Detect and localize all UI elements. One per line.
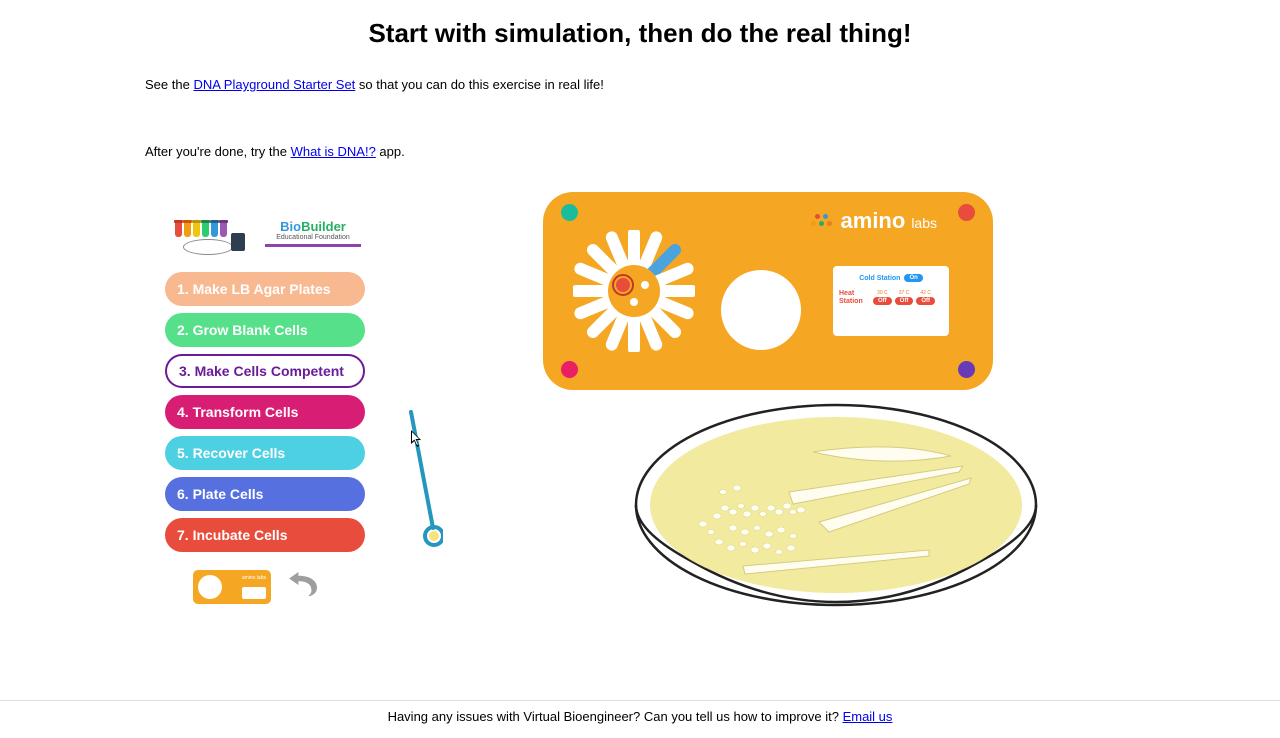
device-thumbnail-button[interactable]: amino labs	[193, 570, 271, 604]
cold-station-label: Cold Station	[859, 275, 900, 282]
tubes-logo	[175, 211, 253, 255]
petri-dish[interactable]	[633, 392, 1039, 618]
step-3[interactable]: 3. Make Cells Competent	[165, 354, 365, 388]
mini-panel-text: amino labs	[242, 575, 266, 581]
biobuilder-logo: BioBuilder Educational Foundation	[265, 219, 361, 247]
brand-amino: amino	[841, 208, 906, 234]
step-1[interactable]: 1. Make LB Agar Plates	[165, 272, 365, 306]
centrifuge-wheel[interactable]	[573, 230, 695, 352]
page-title: Start with simulation, then do the real …	[0, 18, 1280, 49]
cold-station-toggle[interactable]: On	[904, 274, 922, 282]
sample-well[interactable]	[721, 270, 801, 350]
step-4[interactable]: 4. Transform Cells	[165, 395, 365, 429]
device-corner-tl	[561, 204, 578, 221]
biobuilder-sub: Educational Foundation	[265, 234, 361, 241]
what-is-dna-link[interactable]: What is DNA!?	[291, 144, 376, 159]
reset-button[interactable]	[289, 572, 319, 603]
device-corner-br	[958, 361, 975, 378]
heat-station-label: Heat Station	[839, 290, 869, 305]
heat-temps: 30 COff37 COff42 COff	[873, 290, 935, 305]
bottom-controls: amino labs	[193, 570, 319, 604]
amino-labs-device[interactable]: amino labs Cold Station On	[543, 192, 993, 390]
intro-line-1: See the DNA Playground Starter Set so th…	[145, 77, 1280, 92]
biobuilder-bio: Bio	[280, 219, 301, 234]
footer: Having any issues with Virtual Bioengine…	[0, 700, 1280, 724]
email-us-link[interactable]: Email us	[843, 709, 893, 724]
brand-labs: labs	[911, 215, 937, 231]
device-corner-tr	[958, 204, 975, 221]
intro2-suffix: app.	[376, 144, 405, 159]
inoculation-loop[interactable]	[403, 410, 443, 550]
heat-temp-1[interactable]: 37 COff	[895, 290, 914, 305]
device-corner-bl	[561, 361, 578, 378]
step-6[interactable]: 6. Plate Cells	[165, 477, 365, 511]
device-brand: amino labs	[811, 208, 937, 234]
starter-set-link[interactable]: DNA Playground Starter Set	[193, 77, 355, 92]
intro-suffix: so that you can do this exercise in real…	[355, 77, 604, 92]
heat-temp-2[interactable]: 42 COff	[916, 290, 935, 305]
device-display: Cold Station On Heat Station 30 COff37 C…	[833, 266, 949, 336]
logo-block: BioBuilder Educational Foundation	[175, 208, 375, 258]
footer-text: Having any issues with Virtual Bioengine…	[388, 709, 843, 724]
intro2-prefix: After you're done, try the	[145, 144, 291, 159]
step-5[interactable]: 5. Recover Cells	[165, 436, 365, 470]
step-7[interactable]: 7. Incubate Cells	[165, 518, 365, 552]
intro-prefix: See the	[145, 77, 193, 92]
simulation-area: BioBuilder Educational Foundation 1. Mak…	[145, 198, 1135, 638]
heat-temp-0[interactable]: 30 COff	[873, 290, 892, 305]
biobuilder-builder: Builder	[301, 219, 346, 234]
step-2[interactable]: 2. Grow Blank Cells	[165, 313, 365, 347]
intro-line-2: After you're done, try the What is DNA!?…	[145, 144, 1280, 159]
step-list: 1. Make LB Agar Plates 2. Grow Blank Cell…	[165, 272, 365, 559]
